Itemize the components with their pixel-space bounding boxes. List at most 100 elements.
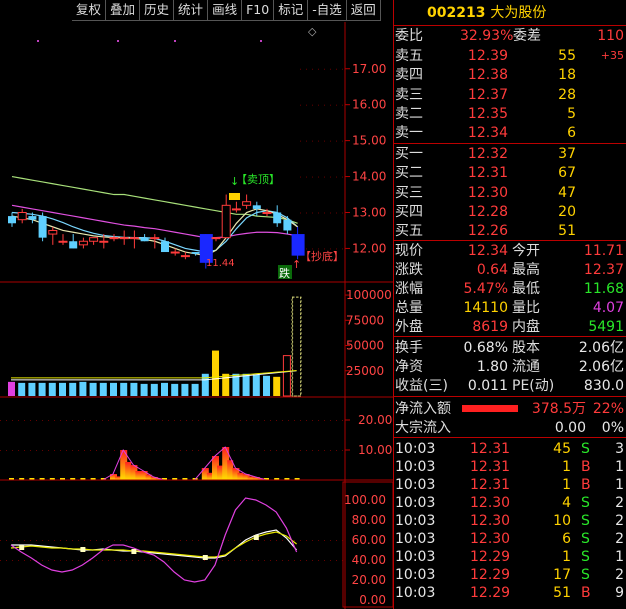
grid-dot (192, 540, 193, 541)
bid-volume: 67 (558, 165, 576, 182)
grid-dot (210, 420, 211, 421)
tick-time: 10:03 (395, 441, 436, 457)
tick-row[interactable]: 10:03 12.30 10 S 2 (394, 512, 626, 530)
tick-volume: 51 (553, 585, 571, 601)
tick-row[interactable]: 10:03 12.31 45 S 3 (394, 440, 626, 458)
grid-dot (180, 540, 181, 541)
grid-dot (198, 450, 199, 451)
tick-count: 1 (615, 549, 624, 565)
grid-dot (282, 450, 283, 451)
stock-name: 大为股份 (490, 5, 547, 21)
tick-row[interactable]: 10:03 12.30 6 S 2 (394, 530, 626, 548)
stock-terminal: 复权 叠加 历史 统计 画线 F10 标记 -自选 返回 002213 大为股份 17.00 16… (0, 0, 626, 609)
grid-dot (30, 560, 31, 561)
candle-body (262, 212, 272, 214)
tick-row[interactable]: 10:03 12.31 1 B 1 (394, 458, 626, 476)
grid-dot (0, 450, 1, 451)
tick-row[interactable]: 10:03 12.29 17 S 2 (394, 566, 626, 584)
bid-price: 12.30 (467, 184, 508, 201)
grid-dot (138, 450, 139, 451)
grid-dot (18, 420, 19, 421)
grid-dot (132, 560, 133, 561)
grid-dot (252, 560, 253, 561)
tick-volume: 1 (562, 549, 571, 565)
tick-volume: 1 (562, 459, 571, 475)
grid-dot (96, 540, 97, 541)
grid-dot (312, 140, 313, 142)
candle-body (89, 237, 99, 242)
grid-dot (216, 450, 217, 451)
grid-dot (174, 560, 175, 561)
candle-body (242, 201, 252, 206)
tick-count: 9 (615, 585, 624, 601)
volume-bar (130, 382, 138, 396)
grid-dot (186, 450, 187, 451)
weibi-label: 委比 (395, 28, 423, 44)
grid-dot (246, 450, 247, 451)
finance-label: 换手 (395, 340, 423, 356)
tick-row[interactable]: 10:03 12.29 1 S 1 (394, 548, 626, 566)
tick-price: 12.29 (470, 567, 511, 583)
stat-label: 内盘 (512, 319, 540, 335)
stat-value: 4.07 (592, 300, 624, 316)
grid-dot (342, 420, 343, 421)
candle-body (252, 205, 261, 209)
tick-side: B (581, 477, 591, 493)
grid-dot (84, 450, 85, 451)
grid-dot (306, 68, 307, 70)
grid-dot (330, 140, 331, 142)
stat-value: 12.37 (583, 262, 624, 278)
signal-marker (229, 193, 240, 200)
grid-dot (72, 540, 73, 541)
y-tick-label: 15.00 (352, 134, 386, 148)
y-tick-label: 17.00 (352, 62, 386, 76)
tick-row[interactable]: 10:03 12.29 51 B 9 (394, 584, 626, 602)
grid-dot (174, 450, 175, 451)
indicator-line (11, 446, 297, 481)
tick-count: 2 (615, 495, 624, 511)
grid-dot (300, 140, 301, 142)
chart-area[interactable]: 17.00 16.00 15.00 14.00 13.00 12.00 【卖顶】↓ 【抄底】↑… (0, 0, 393, 609)
tick-volume: 1 (562, 477, 571, 493)
stat-value: 0.64 (476, 262, 508, 278)
bid-volume: 20 (558, 203, 576, 220)
grid-dot (204, 540, 205, 541)
grid-dot (72, 420, 73, 421)
grid-dot (0, 420, 1, 421)
grid-dot (330, 176, 331, 178)
grid-dot (168, 420, 169, 421)
grid-dot (138, 560, 139, 561)
bid-price: 12.28 (467, 203, 508, 220)
tick-price: 12.30 (470, 495, 511, 511)
grid-dot (48, 420, 49, 421)
grid-dot (168, 560, 169, 561)
divider (394, 437, 626, 438)
grid-dot (144, 420, 145, 421)
grid-dot (78, 560, 79, 561)
tick-row[interactable]: 10:03 12.30 4 S 2 (394, 494, 626, 512)
volume-bar (99, 382, 107, 396)
indicator-bar (227, 460, 234, 480)
grid-dot (126, 540, 127, 541)
grid-dot (18, 540, 19, 541)
weibi-value: 32.93% (460, 28, 514, 44)
tick-count: 2 (615, 567, 624, 583)
tick-price: 12.30 (470, 531, 511, 547)
grid-dot (336, 450, 337, 451)
volume-bar (273, 376, 281, 396)
grid-dot (108, 560, 109, 561)
tick-row[interactable]: 10:03 12.31 1 B 1 (394, 476, 626, 494)
grid-dot (66, 560, 67, 561)
grid-dot (336, 212, 337, 214)
grid-dot (222, 420, 223, 421)
grid-dot (300, 540, 301, 541)
grid-dot (282, 420, 283, 421)
grid-dot (54, 560, 55, 561)
volume-bar (89, 382, 97, 396)
grid-dot (324, 104, 325, 106)
grid-dot (300, 68, 301, 70)
finance-label: 净资 (395, 359, 423, 375)
grid-dot (54, 540, 55, 541)
grid-dot (306, 420, 307, 421)
grid-dot (114, 450, 115, 451)
